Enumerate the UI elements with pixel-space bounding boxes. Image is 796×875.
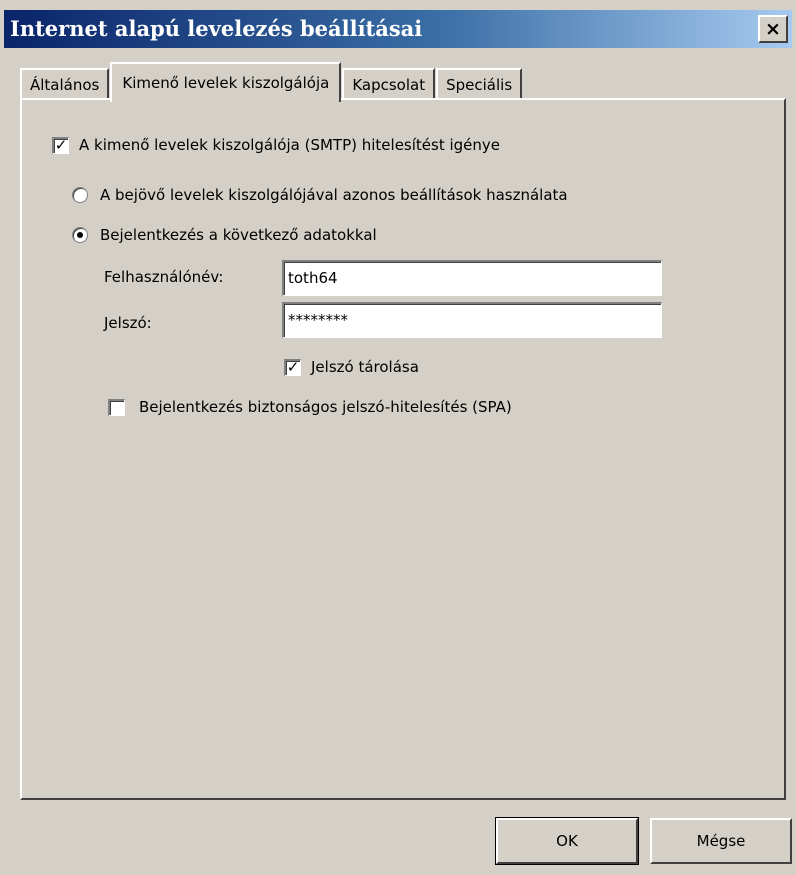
ok-button[interactable]: OK (495, 817, 639, 865)
check-icon: ✓ (54, 136, 68, 154)
tab-advanced-label: Speciális (446, 76, 513, 94)
tab-general[interactable]: Általános (20, 68, 110, 100)
tab-connection-label: Kapcsolat (352, 76, 426, 94)
password-label: Jelszó: (104, 314, 152, 332)
password-value: ******** (288, 311, 348, 329)
remember-password-row[interactable]: ✓ Jelszó tárolása (284, 358, 419, 376)
tab-outgoing-server[interactable]: Kimenő levelek kiszolgálója (110, 62, 342, 102)
spa-checkbox[interactable] (108, 398, 125, 416)
tab-panel-outgoing-server: ✓ A kimenő levelek kiszolgálója (SMTP) h… (20, 98, 786, 800)
spa-row[interactable]: Bejelentkezés biztonságos jelszó-hiteles… (108, 398, 512, 416)
smtp-auth-row[interactable]: ✓ A kimenő levelek kiszolgálója (SMTP) h… (52, 136, 500, 154)
smtp-auth-label: A kimenő levelek kiszolgálója (SMTP) hit… (79, 136, 501, 154)
radio-same-settings-label: A bejövő levelek kiszolgálójával azonos … (100, 186, 568, 204)
username-value: toth64 (288, 269, 338, 287)
password-input[interactable]: ******** (282, 302, 662, 338)
dialog-window: Internet alapú levelezés beállításai × Á… (0, 0, 796, 875)
close-icon: × (765, 17, 781, 40)
tab-outgoing-server-label: Kimenő levelek kiszolgálója (122, 74, 330, 92)
check-icon: ✓ (286, 358, 300, 376)
radio-same-settings-row[interactable]: A bejövő levelek kiszolgálójával azonos … (72, 186, 568, 204)
tab-strip: Általános Kimenő levelek kiszolgálója Ka… (20, 62, 523, 102)
remember-password-checkbox[interactable]: ✓ (284, 358, 301, 376)
tab-connection[interactable]: Kapcsolat (342, 68, 436, 100)
radio-login-with-label: Bejelentkezés a következő adatokkal (100, 226, 377, 244)
cancel-button-label: Mégse (696, 832, 746, 850)
smtp-auth-checkbox[interactable]: ✓ (52, 136, 69, 154)
tab-general-label: Általános (30, 76, 100, 94)
remember-password-label: Jelszó tárolása (311, 358, 419, 376)
radio-login-with-row[interactable]: Bejelentkezés a következő adatokkal (72, 226, 377, 244)
window-title: Internet alapú levelezés beállításai (10, 16, 423, 41)
spa-label: Bejelentkezés biztonságos jelszó-hiteles… (139, 398, 512, 416)
radio-login-with[interactable] (72, 227, 88, 243)
cancel-button[interactable]: Mégse (650, 818, 792, 864)
close-button[interactable]: × (758, 15, 788, 43)
radio-selected-dot (77, 232, 83, 238)
username-label: Felhasználónév: (104, 268, 224, 286)
ok-button-label: OK (556, 832, 578, 850)
radio-same-settings[interactable] (72, 187, 88, 203)
username-input[interactable]: toth64 (282, 260, 662, 296)
tab-advanced[interactable]: Speciális (436, 68, 523, 100)
title-bar[interactable]: Internet alapú levelezés beállításai × (4, 10, 792, 48)
